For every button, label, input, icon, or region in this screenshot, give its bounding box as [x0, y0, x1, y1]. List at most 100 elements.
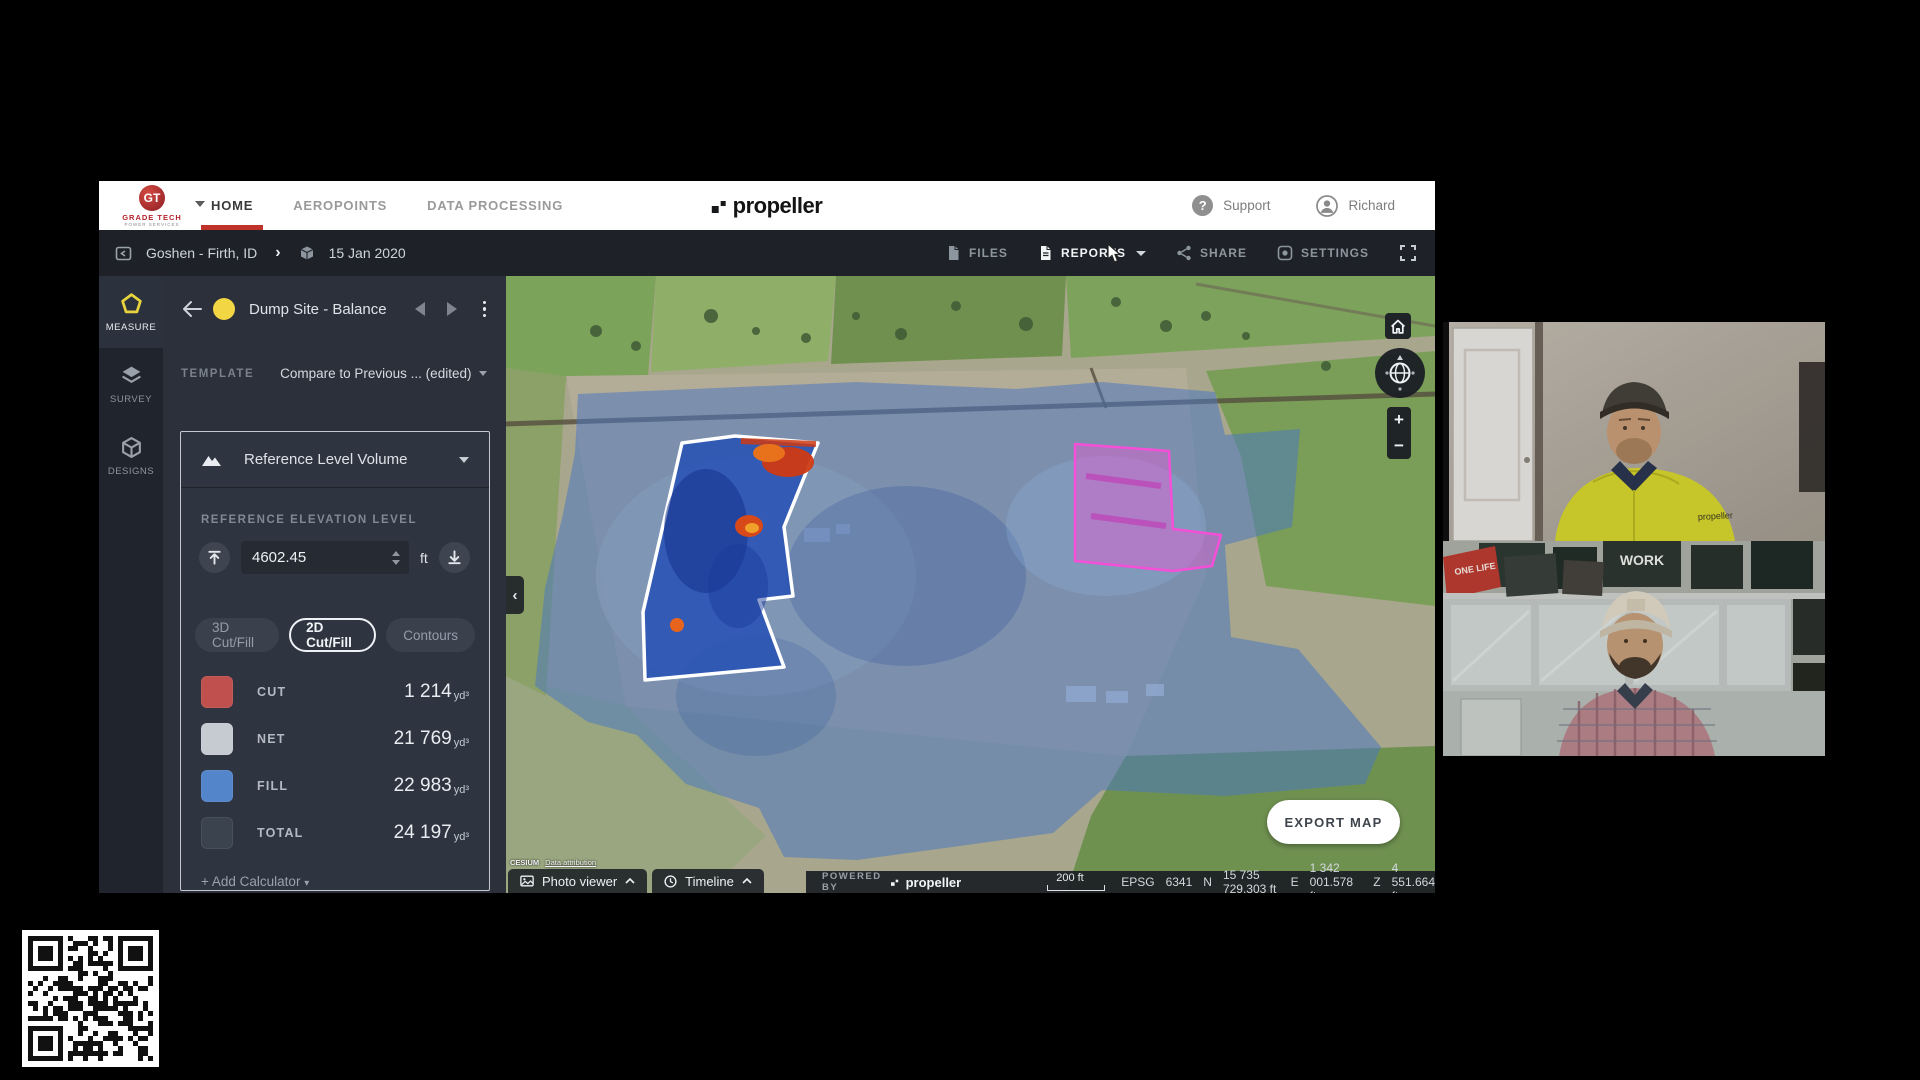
grade-tech-monogram: GT [139, 185, 165, 211]
sidebar-item-designs[interactable]: DESIGNS [99, 420, 163, 492]
view-3d-cutfill-button[interactable]: 3D Cut/Fill [195, 618, 279, 652]
survey-date[interactable]: 15 Jan 2020 [329, 245, 406, 261]
fullscreen-icon[interactable] [1399, 244, 1417, 262]
template-dropdown[interactable]: Compare to Previous ... (edited) [280, 366, 471, 381]
more-options-button[interactable] [479, 299, 491, 320]
app-window: GT GRADE TECH POWER SERVICES HOME AEROPO… [99, 181, 1435, 893]
propeller-logo: propeller [712, 181, 823, 230]
support-button[interactable]: ? Support [1192, 195, 1270, 216]
tab-home[interactable]: HOME [211, 181, 253, 230]
view-2d-cutfill-button[interactable]: 2D Cut/Fill [289, 618, 376, 652]
total-color-swatch [201, 817, 233, 849]
result-row-total: TOTAL 24 197 yd³ [201, 816, 469, 850]
result-label: FILL [257, 779, 288, 793]
result-value: 1 214 [404, 681, 452, 703]
qr-code [22, 930, 159, 1067]
propeller-logomark-icon [891, 877, 899, 887]
back-arrow-icon[interactable] [181, 300, 203, 318]
site-switcher-icon[interactable] [115, 245, 132, 262]
add-calculator-button[interactable]: + Add Calculator ▾ [201, 874, 469, 889]
zoom-in-button[interactable]: + [1387, 407, 1411, 433]
data-attribution-link[interactable]: Data attribution [545, 858, 596, 867]
sidebar-label: DESIGNS [108, 466, 154, 477]
user-name: Richard [1348, 198, 1395, 213]
sidebar-item-measure[interactable]: MEASURE [99, 276, 163, 348]
map-zoom-control: + − [1387, 407, 1411, 459]
support-label: Support [1223, 198, 1270, 213]
map-home-button[interactable] [1385, 313, 1411, 339]
breadcrumb-site[interactable]: Goshen - Firth, ID [146, 245, 257, 261]
result-row-net: NET 21 769 yd³ [201, 722, 469, 756]
share-button[interactable]: SHARE [1176, 245, 1247, 261]
result-value: 21 769 [394, 728, 452, 750]
user-avatar-icon [1316, 195, 1338, 217]
powered-by: POWERED BY propeller [822, 871, 961, 893]
elevation-unit: ft [420, 550, 428, 566]
measure-panel: Dump Site - Balance TEMPLATE Compare to … [163, 276, 506, 893]
tab-aeropoints[interactable]: AEROPOINTS [293, 181, 387, 230]
map-compass-control[interactable] [1375, 348, 1425, 398]
step-down-icon[interactable] [392, 560, 400, 565]
reports-button[interactable]: REPORTS [1038, 245, 1146, 261]
share-label: SHARE [1200, 246, 1247, 260]
measure-pentagon-icon [120, 292, 143, 315]
fill-color-swatch [201, 770, 233, 802]
mouse-cursor [1106, 243, 1123, 265]
powered-by-label: POWERED BY [822, 871, 884, 893]
result-value: 24 197 [394, 822, 452, 844]
powered-by-logo: propeller [906, 875, 962, 890]
volume-results: CUT 1 214 yd³ NET 21 769 yd³ FILL 22 983 [201, 675, 469, 850]
grade-tech-logo: GT GRADE TECH POWER SERVICES [113, 185, 191, 228]
map-canvas[interactable]: ‹ + − EXPORT MAP [506, 276, 1435, 893]
result-row-cut: CUT 1 214 yd³ [201, 675, 469, 709]
user-menu[interactable]: Richard [1316, 195, 1395, 217]
globe-icon [1379, 352, 1421, 394]
layer-color-dot[interactable] [213, 298, 235, 320]
map-attribution: CESIUM Data attribution [510, 858, 596, 867]
propeller-logomark-icon [712, 198, 727, 213]
org-dropdown-caret-icon[interactable] [195, 201, 205, 207]
files-label: FILES [969, 246, 1008, 260]
result-value: 22 983 [394, 775, 452, 797]
lower-to-min-button[interactable] [439, 542, 470, 573]
calculator-title: Reference Level Volume [244, 451, 459, 468]
file-icon [946, 245, 961, 261]
clock-icon [664, 875, 677, 888]
result-row-fill: FILL 22 983 yd³ [201, 769, 469, 803]
top-navbar: GT GRADE TECH POWER SERVICES HOME AEROPO… [99, 181, 1435, 230]
next-measurement-button[interactable] [447, 302, 457, 316]
elevation-stepper[interactable] [392, 551, 400, 565]
export-map-button[interactable]: EXPORT MAP [1267, 800, 1400, 844]
result-label: NET [257, 732, 286, 746]
files-button[interactable]: FILES [946, 245, 1008, 261]
breadcrumb-chevron-icon: › [275, 244, 280, 262]
panel-collapse-button[interactable]: ‹ [506, 576, 524, 614]
calculator-collapse-caret-icon[interactable] [459, 457, 469, 463]
raise-to-max-button[interactable] [199, 542, 230, 573]
home-icon [1390, 319, 1406, 334]
photo-viewer-label: Photo viewer [542, 874, 617, 889]
elevation-input-wrap [241, 541, 409, 574]
step-up-icon[interactable] [392, 551, 400, 556]
measurement-title: Dump Site - Balance [249, 301, 415, 318]
result-unit: yd³ [454, 831, 469, 843]
prev-measurement-button[interactable] [415, 302, 425, 316]
timeline-tab[interactable]: Timeline [652, 869, 764, 893]
template-caret-icon [479, 371, 487, 376]
settings-button[interactable]: SETTINGS [1277, 245, 1369, 261]
propeller-wordmark: propeller [733, 193, 823, 219]
sidebar-label: SURVEY [110, 394, 152, 405]
elevation-input[interactable] [250, 548, 392, 567]
zoom-out-button[interactable]: − [1387, 433, 1411, 459]
brand-subtitle: POWER SERVICES [113, 223, 191, 228]
primary-tabs: HOME AEROPOINTS DATA PROCESSING [211, 181, 563, 230]
mountain-icon [201, 452, 222, 467]
sidebar-item-survey[interactable]: SURVEY [99, 348, 163, 420]
timeline-label: Timeline [685, 874, 734, 889]
view-contours-button[interactable]: Contours [386, 618, 475, 652]
photo-viewer-tab[interactable]: Photo viewer [508, 869, 647, 893]
tab-data-processing[interactable]: DATA PROCESSING [427, 181, 563, 230]
net-color-swatch [201, 723, 233, 755]
arrow-down-to-line-icon [446, 549, 463, 566]
result-unit: yd³ [454, 737, 469, 749]
